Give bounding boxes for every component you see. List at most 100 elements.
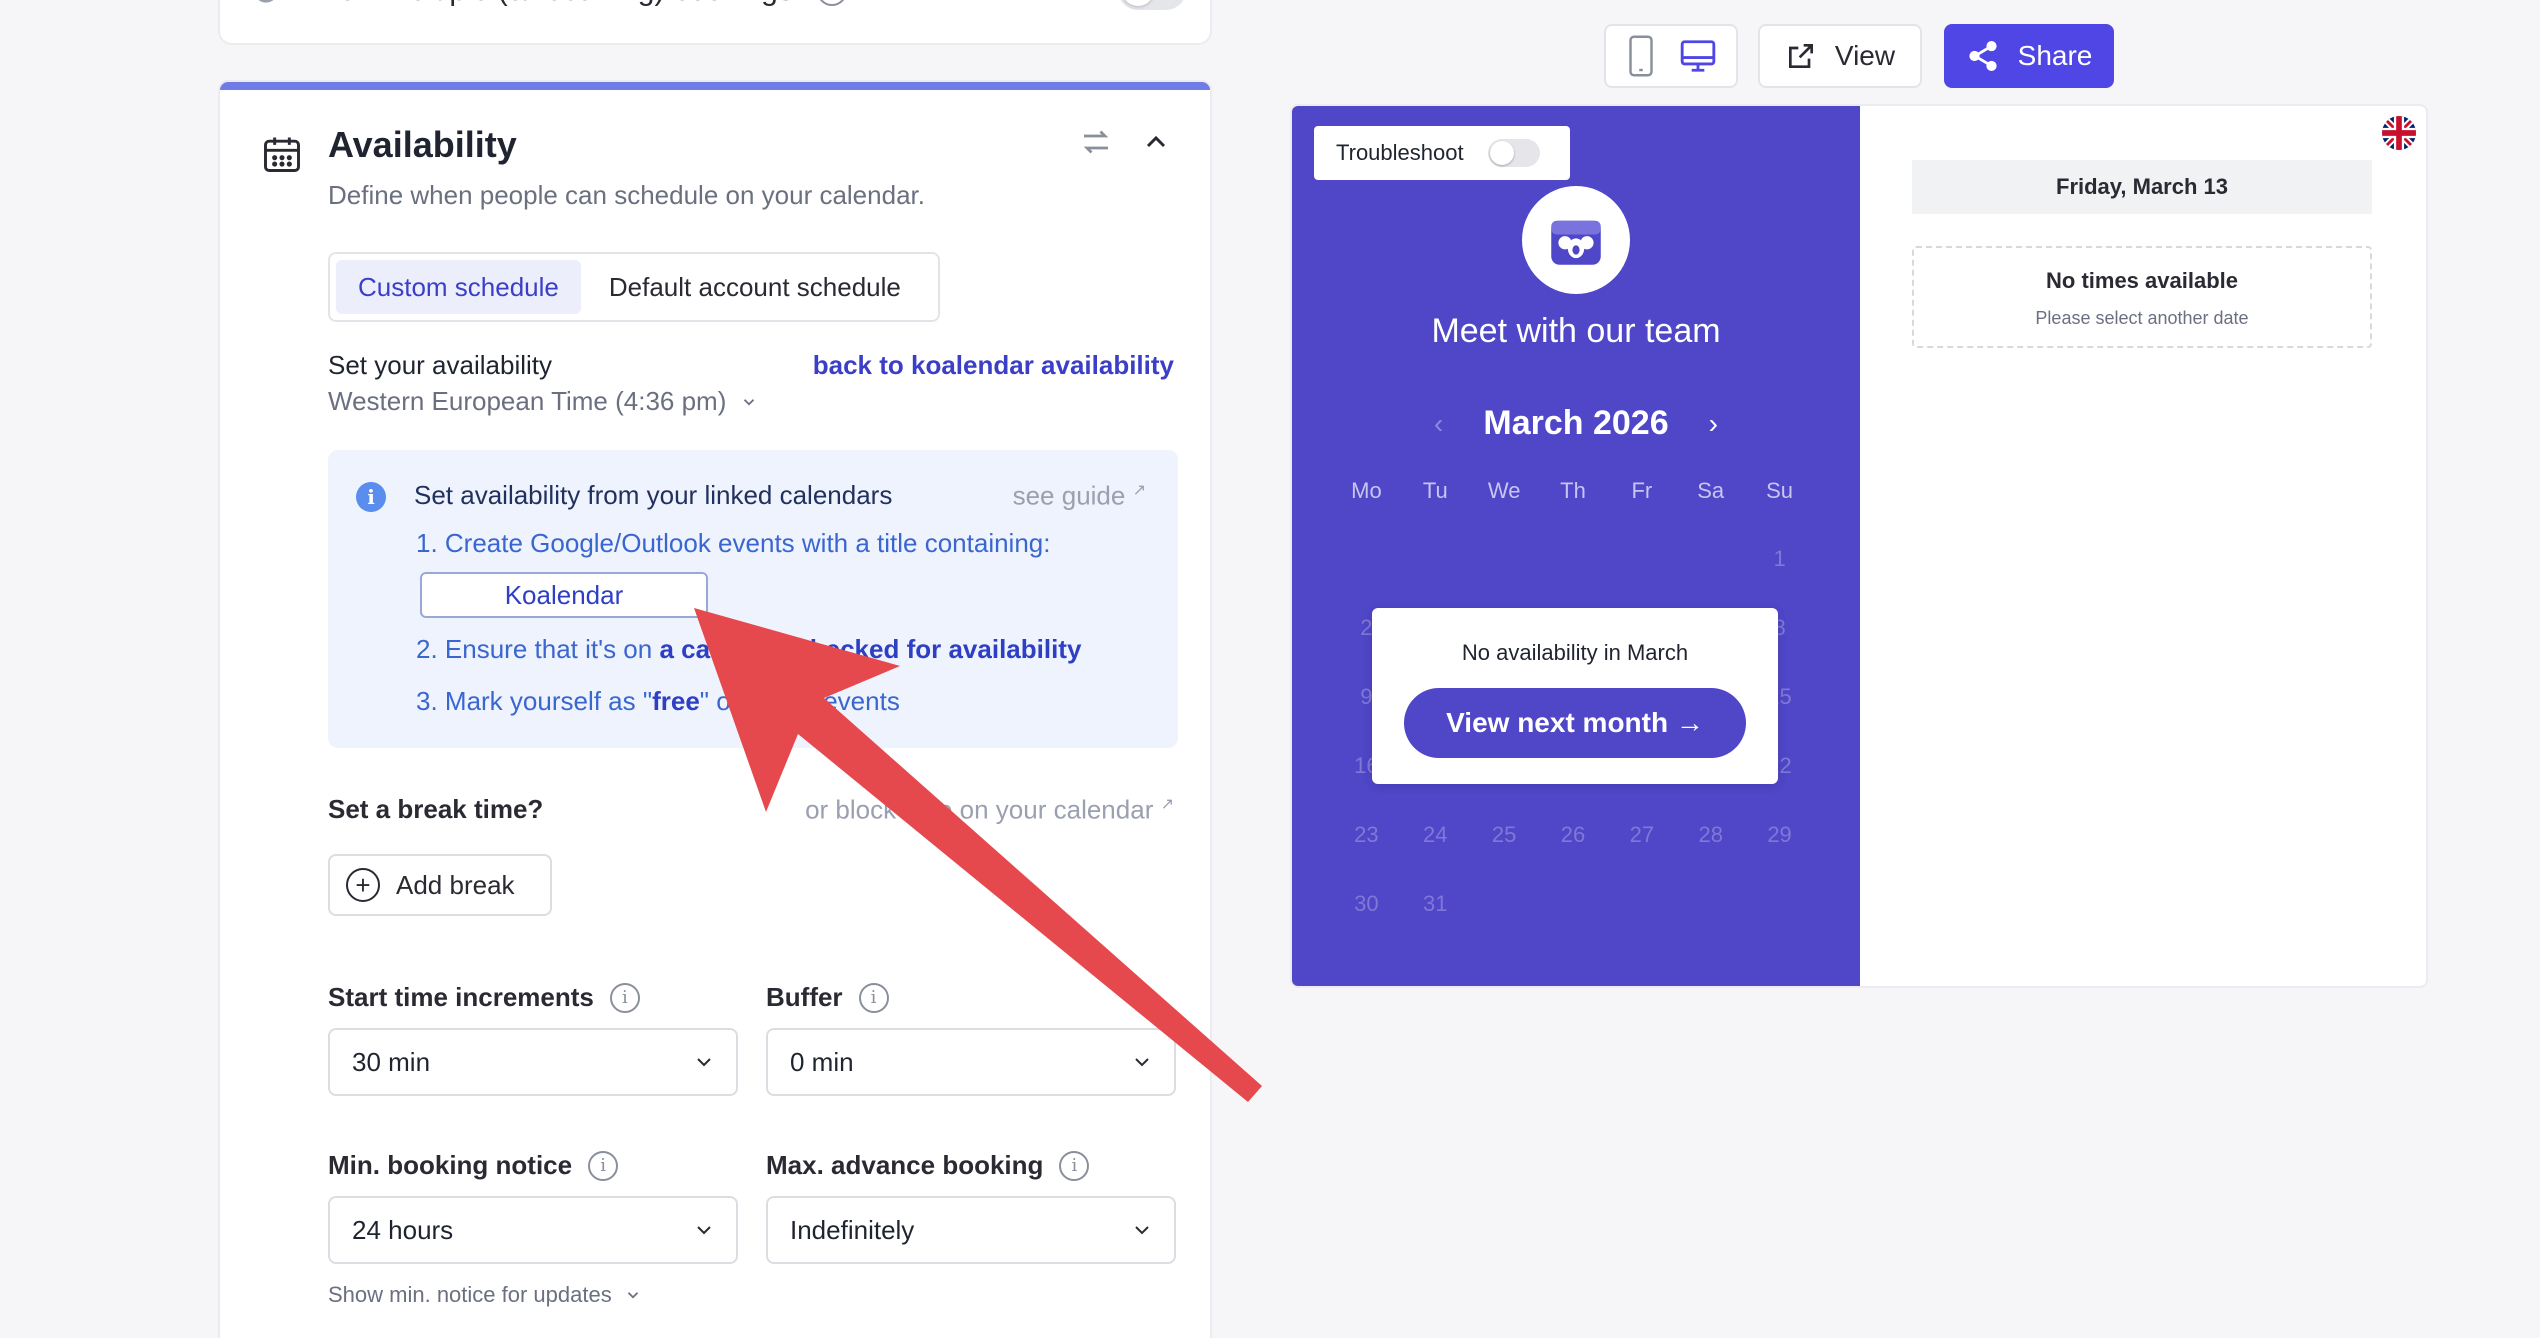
availability-card: Availability Define when people can sche… <box>218 80 1212 1338</box>
no-availability-text: No availability in March <box>1461 640 1689 665</box>
calendar-day: 30 <box>1354 891 1379 916</box>
share-button[interactable]: Share <box>1944 24 2114 88</box>
view-label: View <box>1834 40 1896 71</box>
max-advance-select[interactable]: Indefinitely <box>766 1196 1176 1264</box>
troubleshoot-label: Troubleshoot <box>1336 140 1464 165</box>
calendar-day: 28 <box>1698 822 1723 847</box>
uk-flag-icon[interactable] <box>2382 116 2416 150</box>
start-increments-label: Start time increments i <box>328 982 640 1013</box>
current-month: March 2026 <box>1483 404 1669 442</box>
weekday-label: Su <box>1766 478 1794 503</box>
prev-month-icon[interactable]: ‹ <box>1434 408 1443 440</box>
calendar-day-empty <box>1470 532 1539 601</box>
month-navigation: ‹ March 2026 › <box>1292 404 1860 443</box>
weekday-header: Mo Tu We Th Fr Sa Su <box>1332 478 1814 504</box>
chevron-down-icon <box>697 1226 711 1235</box>
info-icon[interactable]: i <box>609 982 640 1013</box>
share-icon <box>1969 40 1997 72</box>
linked-calendars-info: i Set availability from your linked cale… <box>328 450 1178 748</box>
multiple-bookings-row: Allow multiple (& recurring) bookings i <box>250 0 847 8</box>
external-link-icon: ↗ <box>1160 796 1174 813</box>
calendar-day-empty <box>1401 532 1470 601</box>
info-step-2: 2. Ensure that it's on a calendar checke… <box>416 634 1082 664</box>
availability-description: Define when people can schedule on your … <box>328 180 925 210</box>
buffer-label: Buffer i <box>766 982 889 1013</box>
weekday-label: Th <box>1560 478 1586 503</box>
calendar-day: 31 <box>1423 891 1448 916</box>
no-times-title: No times available <box>2046 268 2238 293</box>
calendar-day-empty <box>1676 532 1745 601</box>
info-step-1: 1. Create Google/Outlook events with a t… <box>416 528 1051 558</box>
plus-icon: + <box>346 868 380 902</box>
info-step-3: 3. Mark yourself as "free" on these even… <box>416 686 900 716</box>
block-time-link[interactable]: or block time on your calendar ↗ <box>805 794 1174 826</box>
timezone-selector[interactable]: Western European Time (4:36 pm) <box>328 386 758 417</box>
calendar-day-empty <box>1332 532 1401 601</box>
weekday-label: Sa <box>1697 478 1725 503</box>
start-increments-select[interactable]: 30 min <box>328 1028 738 1096</box>
multiple-bookings-card: Allow multiple (& recurring) bookings i <box>218 0 1212 45</box>
info-icon: i <box>356 482 386 512</box>
chevron-down-icon <box>744 398 755 406</box>
view-button[interactable]: View <box>1758 24 1922 88</box>
weekday-label: Tu <box>1422 478 1448 503</box>
info-icon[interactable]: i <box>858 982 889 1013</box>
break-time-label: Set a break time? <box>328 794 544 824</box>
add-break-button[interactable]: + Add break <box>328 854 552 916</box>
device-toggle <box>1604 24 1738 88</box>
info-icon[interactable]: i <box>816 0 847 6</box>
info-icon[interactable]: i <box>588 1150 619 1181</box>
view-next-month-button[interactable]: View next month → <box>1404 688 1746 758</box>
chevron-down-icon <box>697 1058 711 1067</box>
keyword-box[interactable]: Koalendar <box>420 572 708 618</box>
desktop-icon[interactable] <box>1679 37 1717 75</box>
tab-default-account-schedule[interactable]: Default account schedule <box>587 260 923 314</box>
chevron-up-icon[interactable] <box>1140 126 1172 158</box>
calendar-day: 29 <box>1767 822 1792 847</box>
troubleshoot-switch[interactable] <box>1487 139 1540 167</box>
info-icon[interactable]: i <box>1059 1150 1090 1181</box>
selected-date-header: Friday, March 13 <box>1912 160 2372 214</box>
calendar-day: 26 <box>1560 822 1586 847</box>
see-guide-link[interactable]: see guide ↗ <box>1013 480 1146 512</box>
swap-icon[interactable] <box>1078 124 1114 160</box>
repeat-icon <box>258 0 274 3</box>
schedule-type-tabs: Custom schedule Default account schedule <box>328 252 940 322</box>
back-to-koalendar-link[interactable]: back to koalendar availability <box>813 350 1174 381</box>
info-title: Set availability from your linked calend… <box>414 480 893 510</box>
no-availability-popup: No availability in March View next month… <box>1372 608 1778 784</box>
mobile-icon[interactable] <box>1626 35 1656 77</box>
next-month-icon[interactable]: › <box>1709 408 1718 440</box>
troubleshoot-toggle[interactable]: Troubleshoot <box>1314 126 1570 180</box>
external-link-icon <box>1788 44 1813 68</box>
share-label: Share <box>2017 40 2093 71</box>
weekday-label: Fr <box>1631 478 1653 503</box>
calendar-panel: Troubleshoot Meet with our team ‹ March … <box>1292 106 1860 986</box>
timezone-value: Western European Time (4:36 pm) <box>328 386 727 416</box>
multiple-bookings-label: Allow multiple (& recurring) bookings <box>306 0 793 8</box>
min-notice-label: Min. booking notice i <box>328 1150 619 1181</box>
calendar-day: 24 <box>1423 822 1448 847</box>
brand-logo <box>1522 186 1630 294</box>
calendar-day-empty <box>1539 532 1608 601</box>
show-notice-toggle[interactable]: Show min. notice for updates <box>328 1282 642 1308</box>
weekday-label: Mo <box>1351 478 1382 503</box>
chevron-down-icon <box>627 1292 638 1299</box>
min-notice-select[interactable]: 24 hours <box>328 1196 738 1264</box>
no-times-subtitle: Please select another date <box>2035 308 2249 328</box>
calendar-day: 23 <box>1354 822 1379 847</box>
chevron-down-icon <box>1135 1226 1149 1235</box>
calendar-day-empty <box>1607 532 1676 601</box>
availability-title: Availability <box>328 124 517 165</box>
koala-logo-icon <box>1551 220 1601 265</box>
weekday-label: We <box>1487 478 1521 503</box>
max-advance-label: Max. advance booking i <box>766 1150 1090 1181</box>
calendar-day: 25 <box>1491 822 1517 847</box>
multiple-bookings-toggle[interactable] <box>1118 0 1186 10</box>
buffer-select[interactable]: 0 min <box>766 1028 1176 1096</box>
tab-custom-schedule[interactable]: Custom schedule <box>336 260 581 314</box>
add-break-label: Add break <box>396 869 515 900</box>
card-accent-bar <box>220 82 1210 90</box>
calendar-day: 27 <box>1629 822 1655 847</box>
external-link-icon: ↗ <box>1132 482 1146 499</box>
